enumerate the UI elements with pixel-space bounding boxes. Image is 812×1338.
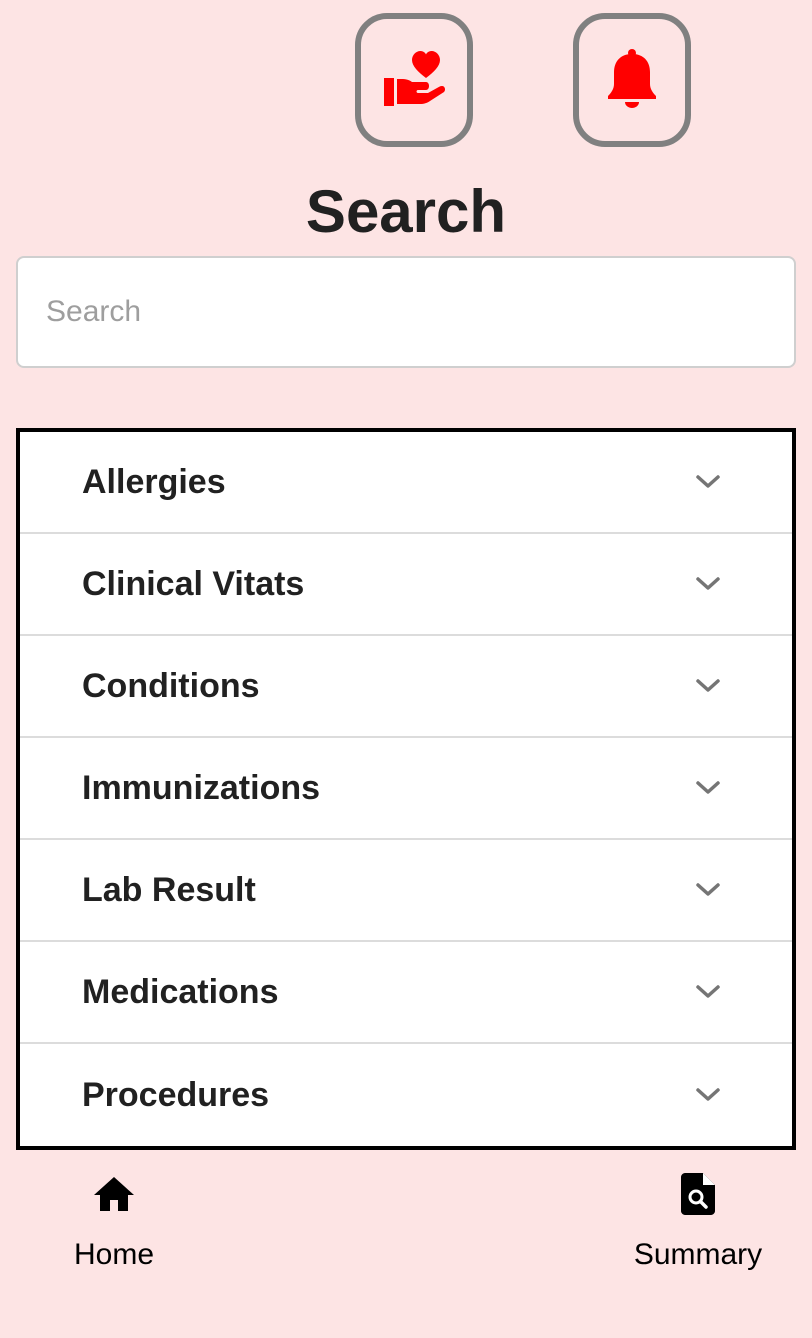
search-input[interactable]	[16, 256, 796, 368]
chevron-down-icon	[694, 876, 722, 904]
bell-icon	[607, 48, 657, 113]
home-icon	[93, 1170, 135, 1218]
accordion-item-medications[interactable]: Medications	[20, 942, 792, 1044]
accordion-item-allergies[interactable]: Allergies	[20, 432, 792, 534]
nav-summary[interactable]: Summary	[618, 1170, 778, 1272]
chevron-down-icon	[694, 774, 722, 802]
notifications-button[interactable]	[573, 13, 691, 147]
care-button[interactable]	[355, 13, 473, 147]
category-accordion: Allergies Clinical Vitats Conditions Imm…	[16, 428, 796, 1150]
chevron-down-icon	[694, 978, 722, 1006]
accordion-item-conditions[interactable]: Conditions	[20, 636, 792, 738]
chevron-down-icon	[694, 1081, 722, 1109]
accordion-item-lab-result[interactable]: Lab Result	[20, 840, 792, 942]
chevron-down-icon	[694, 672, 722, 700]
accordion-item-label: Clinical Vitats	[82, 564, 305, 603]
accordion-item-label: Procedures	[82, 1075, 270, 1114]
nav-home[interactable]: Home	[54, 1170, 174, 1272]
file-search-icon	[681, 1170, 715, 1218]
accordion-item-label: Immunizations	[82, 768, 321, 807]
accordion-item-label: Allergies	[82, 462, 226, 501]
hand-holding-heart-icon	[382, 48, 446, 113]
accordion-item-label: Conditions	[82, 666, 260, 705]
nav-summary-label: Summary	[633, 1238, 763, 1271]
chevron-down-icon	[694, 570, 722, 598]
accordion-item-label: Medications	[82, 972, 279, 1011]
page-title: Search	[305, 178, 507, 245]
accordion-item-immunizations[interactable]: Immunizations	[20, 738, 792, 840]
nav-home-label: Home	[73, 1238, 155, 1271]
chevron-down-icon	[694, 468, 722, 496]
accordion-item-label: Lab Result	[82, 870, 256, 909]
accordion-item-procedures[interactable]: Procedures	[20, 1044, 792, 1146]
accordion-item-clinical-vitals[interactable]: Clinical Vitats	[20, 534, 792, 636]
